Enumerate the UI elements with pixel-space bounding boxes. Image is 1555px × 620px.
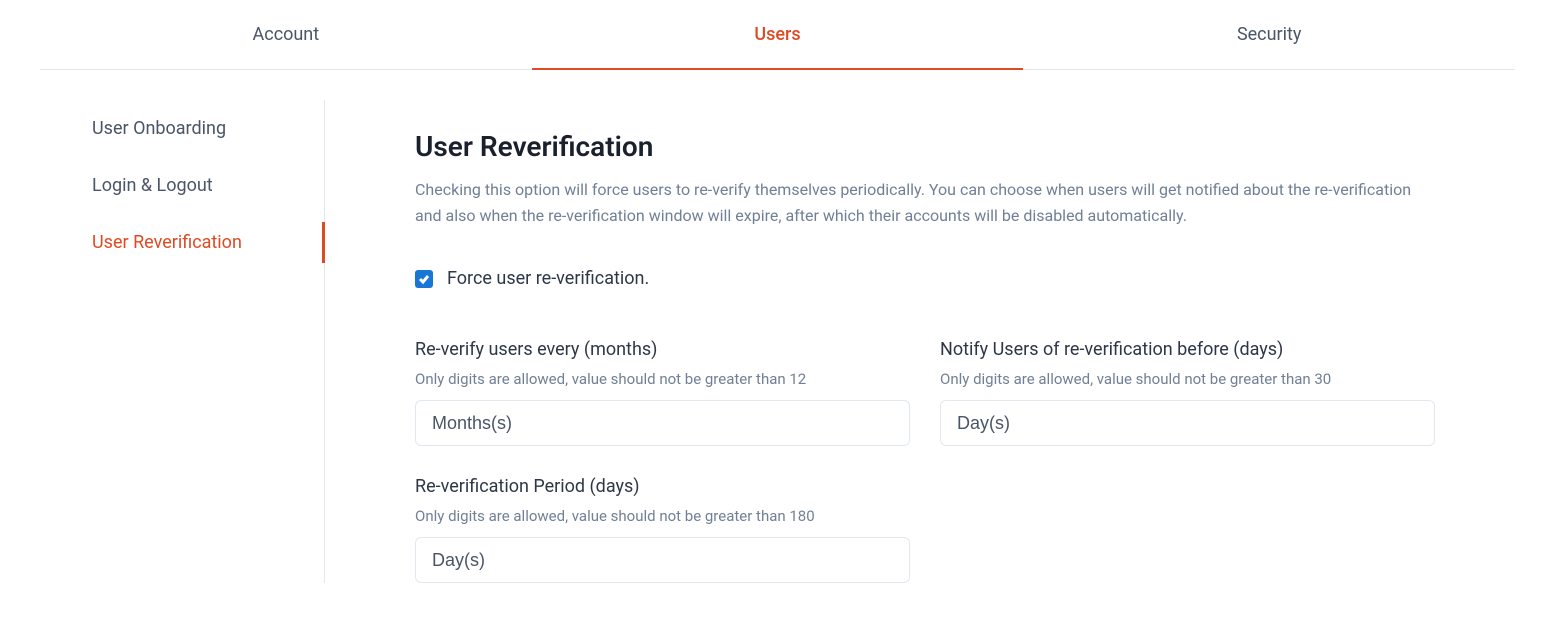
field-help: Only digits are allowed, value should no… (415, 507, 910, 525)
field-label: Re-verify users every (months) (415, 339, 910, 360)
content-area: User Reverification Checking this option… (325, 100, 1515, 583)
field-reverify-period: Re-verification Period (days) Only digit… (415, 476, 910, 583)
top-tabs: Account Users Security (40, 0, 1515, 70)
reverify-period-input[interactable] (415, 537, 910, 583)
check-icon (418, 273, 430, 285)
force-reverify-checkbox[interactable] (415, 270, 433, 288)
main-content: User Onboarding Login & Logout User Reve… (0, 100, 1555, 583)
sidebar: User Onboarding Login & Logout User Reve… (40, 100, 325, 583)
field-help: Only digits are allowed, value should no… (940, 370, 1435, 388)
field-reverify-every: Re-verify users every (months) Only digi… (415, 339, 910, 446)
force-reverify-label: Force user re-verification. (447, 268, 649, 289)
tab-account[interactable]: Account (40, 0, 532, 69)
form-grid: Re-verify users every (months) Only digi… (415, 339, 1475, 583)
section-desc: Checking this option will force users to… (415, 177, 1435, 228)
notify-before-input[interactable] (940, 400, 1435, 446)
section-title: User Reverification (415, 130, 1475, 163)
field-notify-before: Notify Users of re-verification before (… (940, 339, 1435, 446)
tab-users[interactable]: Users (532, 0, 1024, 69)
force-reverify-row: Force user re-verification. (415, 268, 1475, 289)
sidebar-item-reverification[interactable]: User Reverification (40, 214, 324, 271)
reverify-every-input[interactable] (415, 400, 910, 446)
field-label: Re-verification Period (days) (415, 476, 910, 497)
field-label: Notify Users of re-verification before (… (940, 339, 1435, 360)
sidebar-item-onboarding[interactable]: User Onboarding (40, 100, 324, 157)
tab-security[interactable]: Security (1023, 0, 1515, 69)
field-help: Only digits are allowed, value should no… (415, 370, 910, 388)
sidebar-item-login-logout[interactable]: Login & Logout (40, 157, 324, 214)
